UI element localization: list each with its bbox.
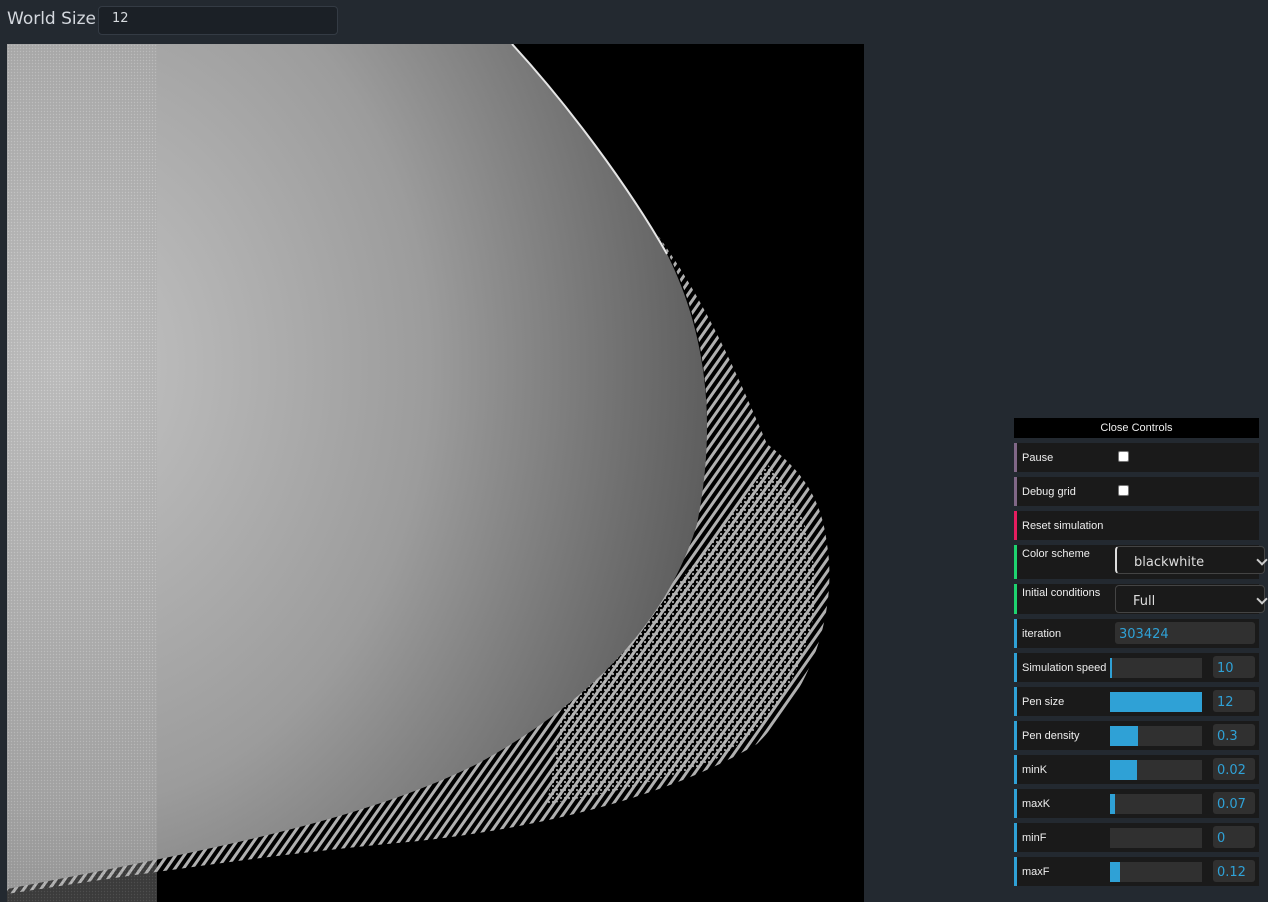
simulation-speed-label: Simulation speed <box>1022 662 1107 674</box>
maxk-row: maxK 0.07 <box>1014 789 1259 818</box>
reset-simulation-label: Reset simulation <box>1022 520 1104 532</box>
simulation-speed-slider[interactable] <box>1110 658 1202 678</box>
controls-panel: Close Controls Pause Debug grid Reset si… <box>1014 418 1268 891</box>
color-scheme-row: Color scheme blackwhite <box>1014 545 1268 579</box>
maxk-label: maxK <box>1022 798 1051 810</box>
chevron-down-icon <box>1256 593 1268 605</box>
maxf-slider-fill <box>1110 862 1121 882</box>
minf-slider[interactable] <box>1110 828 1202 848</box>
minf-row: minF 0 <box>1014 823 1259 852</box>
close-controls-button[interactable]: Close Controls <box>1014 418 1259 438</box>
mink-label: minK <box>1022 764 1048 776</box>
pen-size-row: Pen size 12 <box>1014 687 1259 716</box>
maxk-slider-fill <box>1110 794 1115 814</box>
color-scheme-label: Color scheme <box>1022 548 1090 560</box>
pen-density-label: Pen density <box>1022 730 1080 742</box>
initial-conditions-row: Initial conditions Full <box>1014 584 1268 614</box>
simulation-render <box>7 44 864 902</box>
mink-slider[interactable] <box>1110 760 1202 780</box>
pen-density-row: Pen density 0.3 <box>1014 721 1259 750</box>
initial-conditions-value: Full <box>1133 594 1156 609</box>
reset-simulation-button[interactable]: Reset simulation <box>1014 511 1259 540</box>
initial-conditions-select[interactable]: Full <box>1115 585 1268 613</box>
mink-slider-fill <box>1110 760 1137 780</box>
pen-density-slider[interactable] <box>1110 726 1202 746</box>
pen-density-slider-fill <box>1110 726 1138 746</box>
pen-size-slider-fill <box>1110 692 1202 712</box>
pause-checkbox[interactable] <box>1118 451 1129 462</box>
minf-label: minF <box>1022 832 1047 844</box>
debug-grid-row: Debug grid <box>1014 477 1259 506</box>
color-scheme-value: blackwhite <box>1134 555 1205 570</box>
pen-size-slider[interactable] <box>1110 692 1202 712</box>
mink-field[interactable]: 0.02 <box>1213 758 1255 780</box>
mink-row: minK 0.02 <box>1014 755 1259 784</box>
minf-field[interactable]: 0 <box>1213 826 1255 848</box>
simulation-speed-row: Simulation speed 10 <box>1014 653 1259 682</box>
simulation-speed-slider-fill <box>1110 658 1112 678</box>
pen-size-label: Pen size <box>1022 696 1065 708</box>
maxf-slider[interactable] <box>1110 862 1202 882</box>
world-size-label: World Size: <box>7 9 102 29</box>
maxf-label: maxF <box>1022 866 1050 878</box>
maxf-row: maxF 0.12 <box>1014 857 1259 886</box>
debug-grid-label: Debug grid <box>1022 486 1076 498</box>
initial-conditions-label: Initial conditions <box>1022 587 1101 599</box>
maxk-field[interactable]: 0.07 <box>1213 792 1255 814</box>
simulation-speed-field[interactable]: 10 <box>1213 656 1255 678</box>
top-bar: World Size: 12 <box>0 0 1268 42</box>
chevron-down-icon <box>1256 554 1268 566</box>
iteration-label: iteration <box>1022 628 1062 640</box>
pen-density-field[interactable]: 0.3 <box>1213 724 1255 746</box>
maxk-slider[interactable] <box>1110 794 1202 814</box>
pen-size-field[interactable]: 12 <box>1213 690 1255 712</box>
debug-grid-checkbox[interactable] <box>1118 485 1129 496</box>
iteration-row: iteration 303424 <box>1014 619 1259 648</box>
pause-label: Pause <box>1022 452 1054 464</box>
iteration-field[interactable]: 303424 <box>1115 622 1255 644</box>
world-size-input[interactable]: 12 <box>98 6 338 35</box>
pause-row: Pause <box>1014 443 1259 472</box>
simulation-canvas[interactable] <box>7 44 864 902</box>
color-scheme-select[interactable]: blackwhite <box>1115 546 1268 574</box>
maxf-field[interactable]: 0.12 <box>1213 860 1255 882</box>
